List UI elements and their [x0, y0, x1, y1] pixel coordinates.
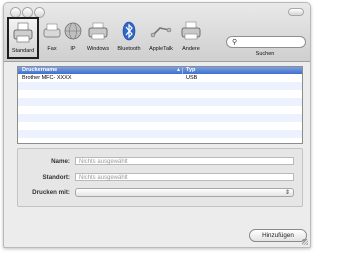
other-printer-icon	[180, 20, 202, 42]
search-label: Suchen	[255, 51, 275, 57]
fax-icon	[41, 20, 63, 42]
search-icon: ⚲	[232, 39, 238, 46]
popup-arrows-icon: ⇕	[284, 190, 290, 196]
sort-indicator-icon: ▲	[176, 67, 181, 73]
printer-list[interactable]: Druckername ▲ Typ Brother MFC- XXXX USB	[17, 66, 303, 144]
toolbar-toggle-button[interactable]	[288, 8, 304, 16]
toolbar-item-label: Andere	[182, 46, 200, 52]
resize-grip-icon[interactable]	[302, 239, 308, 245]
toolbar-item-standard[interactable]: Standard	[7, 17, 39, 59]
toolbar-item-label: Fax	[47, 46, 57, 52]
table-row-empty	[18, 114, 302, 122]
search-input[interactable]: ⚲	[226, 36, 306, 48]
list-body: Brother MFC- XXXX USB	[18, 74, 302, 138]
toolbar-item-appletalk[interactable]: AppleTalk	[146, 17, 176, 59]
toolbar-item-label: Standard	[11, 48, 35, 54]
toolbar: Standard Fax IP Windows Bluetooth AppleT…	[4, 3, 310, 62]
toolbar-item-label: IP	[70, 46, 76, 52]
toolbar-item-label: Bluetooth	[117, 46, 141, 52]
table-row[interactable]: Brother MFC- XXXX USB	[18, 74, 302, 82]
printer-browser-window: Standard Fax IP Windows Bluetooth AppleT…	[3, 2, 311, 248]
toolbar-item-fax[interactable]: Fax	[41, 17, 63, 59]
bluetooth-icon	[118, 20, 140, 42]
printer-type-cell: USB	[186, 75, 198, 81]
column-header-druckername[interactable]: Druckername	[22, 67, 57, 74]
name-field[interactable]: Nichts ausgewählt	[75, 157, 294, 165]
toolbar-item-bluetooth[interactable]: Bluetooth	[114, 17, 144, 59]
table-row-empty	[18, 98, 302, 106]
table-row-empty	[18, 82, 302, 90]
toolbar-item-windows[interactable]: Windows	[84, 17, 112, 59]
column-header-typ[interactable]: Typ	[186, 67, 195, 74]
location-field[interactable]: Nichts ausgewählt	[75, 173, 294, 181]
appletalk-icon	[150, 20, 172, 42]
toolbar-item-label: Windows	[86, 46, 110, 52]
table-row-empty	[18, 90, 302, 98]
toolbar-item-label: AppleTalk	[149, 46, 173, 52]
add-button[interactable]: Hinzufügen	[249, 229, 307, 242]
table-row-empty	[18, 106, 302, 114]
globe-icon	[62, 20, 84, 42]
printer-details-panel: Name: Nichts ausgewählt Standort: Nichts…	[17, 148, 303, 207]
print-with-label: Drucken mit:	[32, 189, 70, 196]
name-label: Name:	[51, 158, 70, 165]
windows-printer-icon	[87, 20, 109, 42]
toolbar-item-andere[interactable]: Andere	[178, 17, 204, 59]
printer-icon	[12, 22, 34, 44]
location-label: Standort:	[42, 174, 71, 181]
toolbar-item-ip[interactable]: IP	[62, 17, 84, 59]
print-with-select[interactable]: ⇕	[75, 188, 294, 197]
table-row-empty	[18, 122, 302, 130]
printer-name-cell: Brother MFC- XXXX	[22, 75, 72, 81]
table-row-empty	[18, 130, 302, 138]
list-header: Druckername ▲ Typ	[18, 67, 302, 74]
